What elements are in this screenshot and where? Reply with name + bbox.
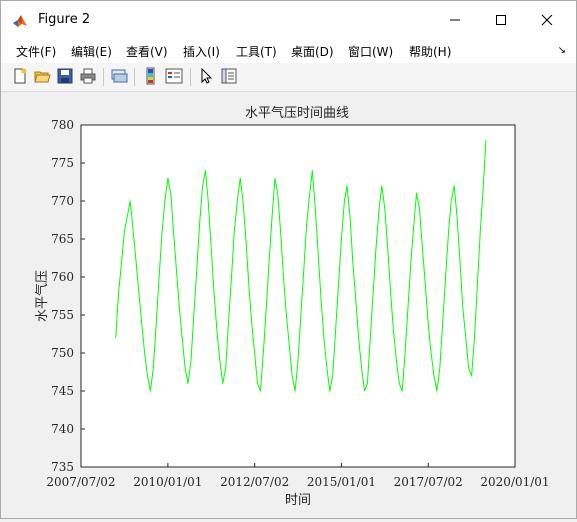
window-title: Figure 2: [38, 12, 91, 27]
y-tick-label: 775: [51, 156, 74, 170]
y-axis-label: 水平气压: [34, 270, 50, 322]
menu-bar: 文件(F) 编辑(E) 查看(V) 插入(I) 工具(T) 桌面(D) 窗口(W…: [1, 39, 576, 63]
toolbar-separator: [190, 68, 191, 86]
open-file-icon[interactable]: [33, 67, 51, 85]
chart-title: 水平气压时间曲线: [245, 105, 349, 121]
x-tick-label: 2015/01/01: [307, 475, 376, 489]
figure-window: Figure 2 文件(F) 编辑(E) 查看(V) 插入(I) 工具(T) 桌…: [0, 0, 577, 519]
y-tick-label: 780: [51, 118, 74, 132]
x-tick-label: 2017/07/02: [394, 475, 463, 489]
y-axis: 735 740 745 750 755 760 765 770 775 780: [51, 118, 85, 474]
x-tick-label: 2007/07/02: [46, 475, 115, 489]
property-inspector-icon[interactable]: [220, 67, 238, 85]
line-chart[interactable]: 水平气压时间曲线 735740745750755760765770775780 …: [1, 92, 576, 518]
title-bar: Figure 2: [1, 1, 576, 39]
y-tick-label: 750: [51, 346, 74, 360]
toolbar-separator: [103, 68, 104, 86]
plot-area: [80, 124, 516, 468]
y-tick-label: 765: [51, 232, 74, 246]
y-tick-label: 735: [51, 460, 74, 474]
matlab-logo-icon: [13, 15, 27, 27]
maximize-button[interactable]: [478, 1, 524, 39]
y-tick-label: 760: [51, 270, 74, 284]
close-button[interactable]: [524, 1, 570, 39]
figure-toolbar: [1, 63, 576, 92]
new-figure-icon[interactable]: [11, 67, 29, 85]
y-tick-label: 740: [51, 422, 74, 436]
y-tick-label: 755: [51, 308, 74, 322]
y-tick-label: 770: [51, 194, 74, 208]
close-icon: [541, 14, 553, 26]
menu-window[interactable]: 窗口(W): [348, 43, 393, 60]
x-tick-label: 2020/01/01: [480, 475, 549, 489]
x-axis-label: 时间: [285, 493, 311, 508]
save-icon[interactable]: [56, 67, 74, 85]
figure-canvas: 水平气压时间曲线 735 740 745 750 755 760 765 770 775 780 …: [1, 92, 576, 518]
print-icon[interactable]: [79, 67, 97, 85]
menu-file[interactable]: 文件(F): [16, 43, 56, 60]
maximize-icon: [496, 15, 506, 25]
menu-desktop[interactable]: 桌面(D): [291, 43, 334, 60]
menu-overflow-arrow-icon[interactable]: ↘: [558, 45, 566, 56]
menu-edit[interactable]: 编辑(E): [71, 43, 112, 60]
minimize-button[interactable]: [432, 1, 478, 39]
colorbar-icon[interactable]: [142, 67, 160, 85]
toolbar-separator: [134, 68, 135, 86]
minimize-icon: [450, 19, 460, 21]
menu-help[interactable]: 帮助(H): [409, 43, 451, 60]
pointer-icon[interactable]: [197, 67, 215, 85]
x-tick-label: 2010/01/01: [133, 475, 202, 489]
link-plot-icon[interactable]: [110, 67, 128, 85]
menu-insert[interactable]: 插入(I): [183, 43, 220, 60]
y-tick-label: 745: [51, 384, 74, 398]
menu-view[interactable]: 查看(V): [126, 43, 168, 60]
menu-tools[interactable]: 工具(T): [236, 43, 277, 60]
x-tick-label: 2012/07/02: [220, 475, 289, 489]
legend-icon[interactable]: [165, 67, 183, 85]
